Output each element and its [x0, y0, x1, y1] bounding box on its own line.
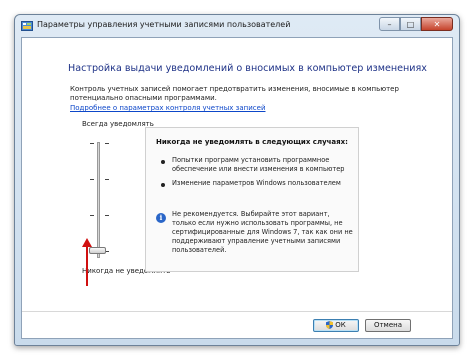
maximize-button[interactable]: □ — [400, 17, 421, 31]
info-icon: i — [156, 213, 166, 223]
title-bar[interactable]: Параметры управления учетными записями п… — [15, 15, 459, 37]
slider-tick — [90, 143, 94, 144]
info-bullet: Попытки программ установить программное … — [172, 156, 345, 173]
slider-tick — [90, 215, 94, 216]
info-panel: Никогда не уведомлять в следующих случая… — [145, 127, 359, 272]
slider-tick — [105, 179, 109, 180]
window-content: Настройка выдачи уведомлений о вносимых … — [21, 37, 453, 339]
info-title: Никогда не уведомлять в следующих случая… — [156, 138, 348, 146]
cancel-button[interactable]: Отмена — [365, 319, 411, 332]
slider-tick — [105, 143, 109, 144]
window-title: Параметры управления учетными записями п… — [37, 20, 291, 29]
slider-tick — [90, 179, 94, 180]
red-arrow-annotation — [82, 238, 92, 286]
page-heading: Настройка выдачи уведомлений о вносимых … — [68, 63, 427, 74]
ok-button[interactable]: ОК — [313, 319, 359, 332]
close-button[interactable]: ✕ — [421, 17, 453, 31]
slider-tick — [105, 215, 109, 216]
control-panel-icon — [21, 21, 33, 31]
uac-settings-window: Параметры управления учетными записями п… — [14, 14, 460, 346]
shield-icon — [326, 321, 334, 329]
ok-label: ОК — [335, 321, 346, 329]
description-text: Контроль учетных записей помогает предот… — [70, 85, 399, 102]
minimize-button[interactable]: – — [379, 17, 400, 31]
bullet-icon — [161, 160, 165, 164]
bullet-icon — [161, 183, 165, 187]
footer-divider — [22, 311, 452, 312]
slider-top-label: Всегда уведомлять — [82, 120, 154, 128]
info-bullet: Изменение параметров Windows пользовател… — [172, 179, 341, 187]
learn-more-link[interactable]: Подробнее о параметрах контроля учетных … — [70, 104, 266, 112]
warning-note: Не рекомендуется. Выбирайте этот вариант… — [172, 210, 353, 254]
window-controls: – □ ✕ — [379, 17, 453, 32]
